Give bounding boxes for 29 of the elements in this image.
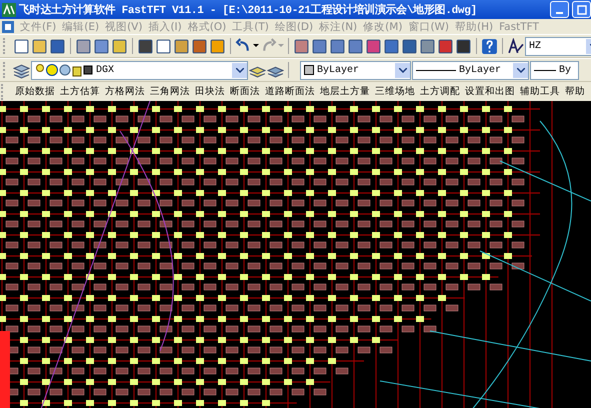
menu-item[interactable]: 土方调配 xyxy=(420,85,460,98)
menu-item[interactable]: 土方估算 xyxy=(60,85,100,98)
menu-item[interactable]: 设置和出图 xyxy=(465,85,515,98)
layers-icon[interactable] xyxy=(13,62,30,78)
property-dropdown[interactable]: ByLayer xyxy=(412,60,529,80)
menu-item[interactable]: 三维场地 xyxy=(375,85,415,98)
help-icon[interactable] xyxy=(481,38,498,54)
maximize-icon xyxy=(576,4,586,14)
app-logo-icon xyxy=(2,2,16,16)
menu-item[interactable]: 道路断面法 xyxy=(265,85,315,98)
menu-item[interactable]: 地层土方量 xyxy=(320,85,370,98)
menu-item[interactable]: 三角网法 xyxy=(150,85,190,98)
menu-item[interactable]: 断面法 xyxy=(230,85,260,98)
menu-item[interactable]: 帮助 xyxy=(565,85,585,98)
property-dropdown[interactable]: ByLayer xyxy=(300,60,411,80)
property-dropdown[interactable]: By xyxy=(530,60,579,80)
menu-item[interactable]: 辅助工具 xyxy=(520,85,560,98)
layer-state-icons xyxy=(35,63,93,77)
caret-icon[interactable] xyxy=(253,44,259,48)
menu-item[interactable]: 田块法 xyxy=(195,85,225,98)
maximize-button[interactable] xyxy=(572,1,591,18)
menu-item[interactable]: 方格网法 xyxy=(105,85,145,98)
window-title: 飞时达土方计算软件 FastTFT V11.1 - [E:\2011-10-21工程设计培训演示会\地形图.dwg] xyxy=(19,2,478,17)
minimize-button[interactable] xyxy=(550,1,569,18)
menu-item[interactable]: 原始数据 xyxy=(15,85,55,98)
layer-dropdown[interactable]: DGX xyxy=(31,60,248,80)
minimize-icon xyxy=(556,12,563,14)
text-style-icon[interactable] xyxy=(507,38,524,54)
text-style-dropdown[interactable]: HZ xyxy=(525,36,591,56)
